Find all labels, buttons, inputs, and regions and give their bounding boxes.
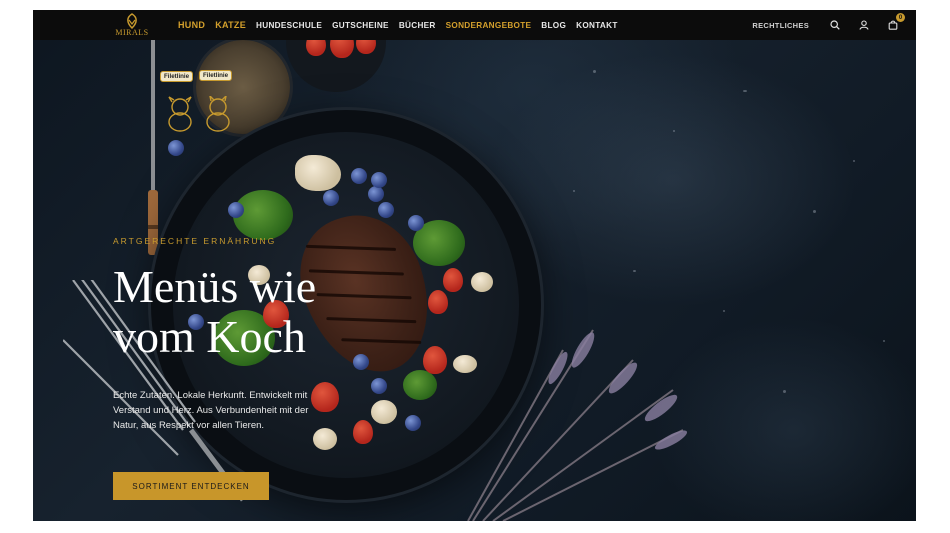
nav-item-kontakt[interactable]: KONTAKT — [576, 21, 618, 30]
hero-kicker: ARTGERECHTE ERNÄHRUNG — [113, 236, 277, 246]
blueberry — [371, 378, 387, 394]
nav-item-blog[interactable]: BLOG — [541, 21, 566, 30]
background-speck — [783, 390, 786, 393]
blueberry — [378, 202, 394, 218]
knife-image — [148, 40, 158, 255]
background-speck — [593, 70, 596, 73]
hero-headline: Menüs wie vom Koch — [113, 262, 316, 362]
hero-description: Echte Zutaten. Lokale Herkunft. Entwicke… — [113, 390, 309, 431]
strawberry — [353, 420, 373, 444]
hero-section: Filetlinie Filetlinie MIRALS HUND KATZE … — [33, 10, 916, 521]
garlic — [471, 272, 493, 292]
cart-count-badge: 0 — [896, 13, 905, 22]
background-speck — [883, 340, 885, 342]
nav-item-buecher[interactable]: BÜCHER — [399, 21, 436, 30]
strawberry — [443, 268, 463, 292]
nav-utilities: RECHTLICHES 0 — [752, 10, 916, 40]
nav-item-sonderangebote[interactable]: SONDERANGEBOTE — [446, 21, 532, 30]
nav-item-gutscheine[interactable]: GUTSCHEINE — [332, 21, 389, 30]
cat-outline-icon — [206, 96, 230, 132]
blueberry — [371, 172, 387, 188]
strawberry — [311, 382, 339, 412]
parsnip — [295, 155, 341, 191]
blueberry — [228, 202, 244, 218]
background-speck — [743, 90, 747, 92]
blueberry — [368, 186, 384, 202]
background-speck — [673, 130, 675, 132]
lavender-image — [467, 329, 688, 521]
garlic — [371, 400, 397, 424]
nav-item-katze[interactable]: KATZE — [215, 20, 246, 30]
blueberry — [351, 168, 367, 184]
blueberry — [168, 140, 184, 156]
search-icon[interactable] — [829, 19, 841, 31]
nav-item-hund[interactable]: HUND — [178, 20, 205, 30]
strawberry — [428, 290, 448, 314]
background-speck — [633, 270, 636, 272]
nav-item-hundeschule[interactable]: HUNDESCHULE — [256, 21, 322, 30]
background-speck — [853, 160, 855, 162]
blueberry — [353, 354, 369, 370]
logo-text: MIRALS — [115, 28, 149, 37]
product-tag[interactable]: Filetlinie — [160, 71, 194, 82]
headline-line-2: vom Koch — [113, 311, 306, 362]
product-tag[interactable]: Filetlinie — [199, 70, 233, 81]
logo-mark-icon — [127, 13, 137, 29]
top-navigation: MIRALS HUND KATZE HUNDESCHULE GUTSCHEINE… — [33, 10, 916, 40]
main-menu: HUND KATZE HUNDESCHULE GUTSCHEINE BÜCHER… — [178, 10, 628, 40]
background-speck — [723, 310, 725, 312]
brand-logo[interactable]: MIRALS — [113, 10, 151, 40]
headline-line-1: Menüs wie — [113, 261, 317, 312]
background-speck — [573, 190, 575, 192]
background-speck — [813, 210, 816, 213]
dog-outline-icon — [168, 96, 192, 132]
blueberry — [323, 190, 339, 206]
blueberry — [408, 215, 424, 231]
legal-link[interactable]: RECHTLICHES — [752, 21, 809, 30]
cart-icon[interactable]: 0 — [887, 13, 905, 31]
garlic — [313, 428, 337, 450]
shop-now-button[interactable]: SORTIMENT ENTDECKEN — [113, 472, 269, 500]
user-icon[interactable] — [858, 19, 870, 31]
